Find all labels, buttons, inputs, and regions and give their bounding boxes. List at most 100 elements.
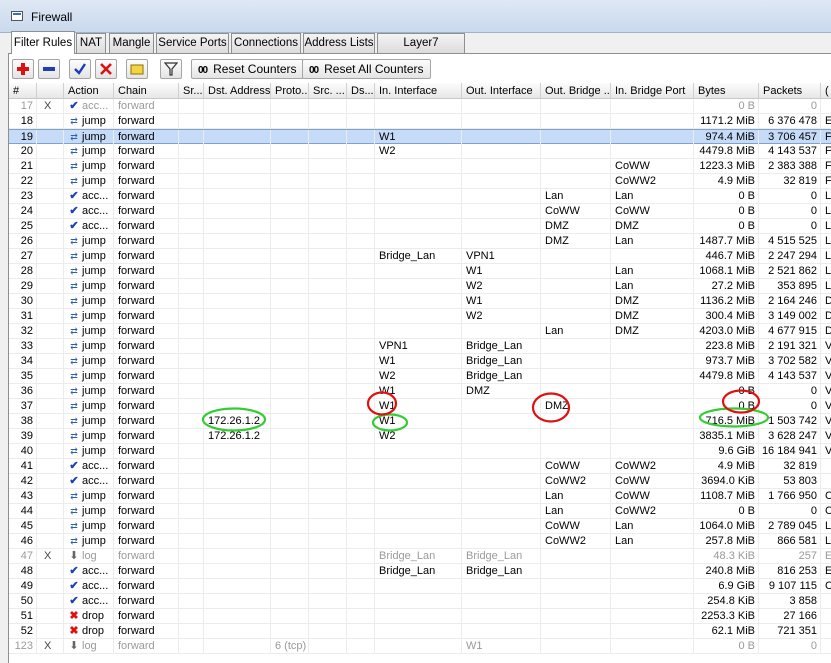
cell-dstp [347, 324, 375, 339]
cell-srcp [309, 324, 347, 339]
filter-button[interactable] [160, 59, 182, 79]
cell-inbr [611, 339, 694, 354]
table-row[interactable]: 44 ⇄ jump forward LanCoWW20 B0C [9, 504, 831, 519]
table-row[interactable]: 37 ⇄ jump forward W1 DMZ 0 B0V [9, 399, 831, 414]
cell-src [179, 504, 204, 519]
column-header[interactable]: Bytes [694, 83, 759, 99]
column-header[interactable]: Src. ... [309, 83, 347, 99]
table-row[interactable]: 22 ⇄ jump forward CoWW24.9 MiB32 819F [9, 174, 831, 189]
cell-srcp [309, 549, 347, 564]
table-row[interactable]: 39 ⇄ jump forward 172.26.1.2 W2 3835.1 MiB 3 62… [9, 429, 831, 444]
enable-button[interactable] [69, 59, 91, 79]
counter-icon: 00 [309, 65, 319, 76]
cell-packets: 1 503 742 [759, 414, 821, 429]
table-row[interactable]: 123 X ⬇ log forward 6 (tcp) W1 0 B0 [9, 639, 831, 654]
table-row[interactable]: 19 ⇄ jump forward W1 974.4 MiB3 706 457F [9, 129, 831, 145]
table-row[interactable]: 31 ⇄ jump forward W2 DMZ300.4 MiB3 149 002D [9, 309, 831, 324]
cell-dstp [347, 354, 375, 369]
cell-srcp [309, 489, 347, 504]
cell-src [179, 594, 204, 609]
remove-button[interactable] [38, 59, 60, 79]
table-row[interactable]: 40 ⇄ jump forward 9.6 GiB16 184 941V [9, 444, 831, 459]
cell-action: ⇄ jump [64, 444, 114, 459]
table-row[interactable]: 42 ✔ acc... forward CoWW2 CoWW 3694.0 KiB 53 80… [9, 474, 831, 489]
cell-x: X [37, 639, 64, 654]
table-row[interactable]: 26 ⇄ jump forward DMZ Lan 1487.7 MiB 4 515 525 L [9, 234, 831, 249]
cell-srcp [309, 444, 347, 459]
table-row[interactable]: 43 ⇄ jump forward Lan CoWW 1108.7 MiB 1 766 950… [9, 489, 831, 504]
table-row[interactable]: 18 ⇄ jump forward 1171.2 MiB6 376 478E [9, 114, 831, 129]
cell-num: 49 [9, 579, 37, 594]
reset-all-counters-button[interactable]: 00 Reset All Counters [302, 59, 431, 79]
column-header[interactable]: Action [64, 83, 114, 99]
tab-service-ports[interactable]: Service Ports [156, 33, 229, 53]
column-header[interactable] [37, 83, 64, 99]
column-header[interactable]: Dst. Address [204, 83, 271, 99]
table-row[interactable]: 21 ⇄ jump forward CoWW1223.3 MiB2 383 388F [9, 159, 831, 174]
table-row[interactable]: 47 X ⬇ log forward Bridge_Lan Bridge_Lan 48.3 K… [9, 549, 831, 564]
cell-in [375, 309, 462, 324]
cell-in [375, 174, 462, 189]
table-row[interactable]: 29 ⇄ jump forward W2 Lan 27.2 MiB 353 895 L [9, 279, 831, 294]
column-header[interactable]: Ds... [347, 83, 375, 99]
column-header[interactable]: Out. Bridge ... [541, 83, 611, 99]
table-row[interactable]: 20 ⇄ jump forward W2 4479.8 MiB4 143 537F [9, 144, 831, 159]
action-label: jump [82, 115, 106, 127]
cell-srcp [309, 294, 347, 309]
table-row[interactable]: 48 ✔ acc... forward Bridge_Lan Bridge_Lan 240.… [9, 564, 831, 579]
comment-button[interactable] [126, 59, 148, 79]
table-row[interactable]: 33 ⇄ jump forward VPN1 Bridge_Lan 223.8 MiB 2 1… [9, 339, 831, 354]
column-header[interactable]: In. Bridge Port [611, 83, 694, 99]
column-header[interactable]: Chain [114, 83, 179, 99]
reset-counters-button[interactable]: 00 Reset Counters [191, 59, 304, 79]
cell-last: V [821, 354, 831, 369]
table-row[interactable]: 28 ⇄ jump forward W1 Lan 1068.1 MiB 2 521 862 L [9, 264, 831, 279]
tab-mangle[interactable]: Mangle [109, 33, 154, 53]
cell-x [37, 564, 64, 579]
table-row[interactable]: 36 ⇄ jump forward W1DMZ 0 B0V [9, 384, 831, 399]
cell-proto [271, 309, 309, 324]
table-row[interactable]: 50 ✔ acc... forward 254.8 KiB 3 858 [9, 594, 831, 609]
cell-out [462, 414, 541, 429]
table-row[interactable]: 17 X ✔ acc... forward 0 B0 [9, 99, 831, 114]
column-header[interactable]: ( [821, 83, 831, 99]
table-row[interactable]: 24 ✔ acc... forward CoWW CoWW 0 B0L [9, 204, 831, 219]
column-header[interactable]: Sr... [179, 83, 204, 99]
column-header[interactable]: In. Interface [375, 83, 462, 99]
table-row[interactable]: 34 ⇄ jump forward W1 Bridge_Lan 973.7 MiB 3 702… [9, 354, 831, 369]
disable-button[interactable] [95, 59, 117, 79]
tab-connections[interactable]: Connections [231, 33, 301, 53]
table-row[interactable]: 51 ✖ drop forward 2253.3 KiB 27 166 [9, 609, 831, 624]
cell-proto [271, 204, 309, 219]
cell-chain: forward [114, 624, 179, 639]
column-header[interactable]: Out. Interface [462, 83, 541, 99]
column-header[interactable]: # [9, 83, 37, 99]
table-row[interactable]: 49✔acc...forward6.9 GiB9 107 115C [9, 579, 831, 594]
table-row[interactable]: 35 ⇄ jump forward W2 Bridge_Lan 4479.8 MiB 4 14… [9, 369, 831, 384]
cell-num: 24 [9, 204, 37, 219]
cell-packets: 257 [759, 549, 821, 564]
cell-last: V [821, 384, 831, 399]
add-button[interactable] [12, 59, 34, 79]
table-row[interactable]: 30 ⇄ jump forward W1 DMZ1136.2 MiB2 164 246D [9, 294, 831, 309]
column-header[interactable]: Packets [759, 83, 821, 99]
table-row[interactable]: 38 ⇄ jump forward 172.26.1.2 W1 716.5 MiB 1 503… [9, 414, 831, 429]
cell-action: ✔ acc... [64, 204, 114, 219]
tab-filter-rules[interactable]: Filter Rules [11, 31, 75, 54]
cell-bytes: 0 B [694, 189, 759, 204]
column-header[interactable]: Proto... [271, 83, 309, 99]
table-row[interactable]: 25 ✔ acc... forward DMZ DMZ 0 B0L [9, 219, 831, 234]
table-row[interactable]: 45 ⇄ jump forward CoWW Lan 1064.0 MiB 2 789 045… [9, 519, 831, 534]
tab-address-lists[interactable]: Address Lists [303, 33, 375, 53]
tab-layer7-protocols[interactable]: Layer7 Protocols [377, 33, 465, 68]
cell-dst [204, 174, 271, 189]
table-row[interactable]: 41 ✔ acc... forward CoWW CoWW2 4.9 MiB 32 819 [9, 459, 831, 474]
table-row[interactable]: 52 ✖ drop forward 62.1 MiB 721 351 [9, 624, 831, 639]
table-row[interactable]: 32 ⇄ jump forward LanDMZ4203.0 MiB4 677 915D [9, 324, 831, 339]
table-row[interactable]: 46 ⇄ jump forward CoWW2 Lan 257.8 MiB 866 581 L [9, 534, 831, 549]
cell-in [375, 534, 462, 549]
cell-bytes: 1108.7 MiB [694, 489, 759, 504]
table-row[interactable]: 23 ✔ acc... forward Lan Lan 0 B0L [9, 189, 831, 204]
tab-nat[interactable]: NAT [76, 33, 106, 53]
table-row[interactable]: 27 ⇄ jump forward Bridge_Lan VPN1 446.7 MiB 2 2… [9, 249, 831, 264]
